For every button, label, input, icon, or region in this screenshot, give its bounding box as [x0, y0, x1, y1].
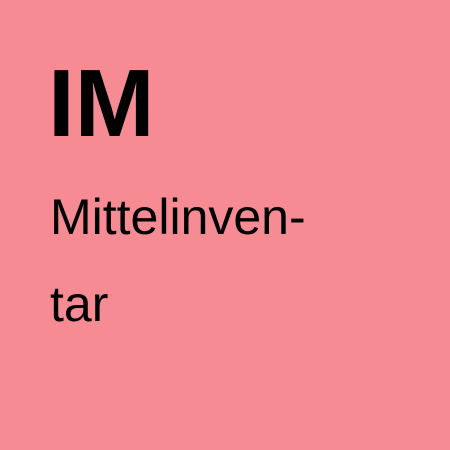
module-name-line-2: tar — [50, 276, 109, 332]
module-abbreviation: IM — [48, 50, 155, 157]
module-tile: IM Mittelinven- tar — [0, 0, 450, 450]
module-name-line-1: Mittelinven- — [50, 189, 306, 245]
